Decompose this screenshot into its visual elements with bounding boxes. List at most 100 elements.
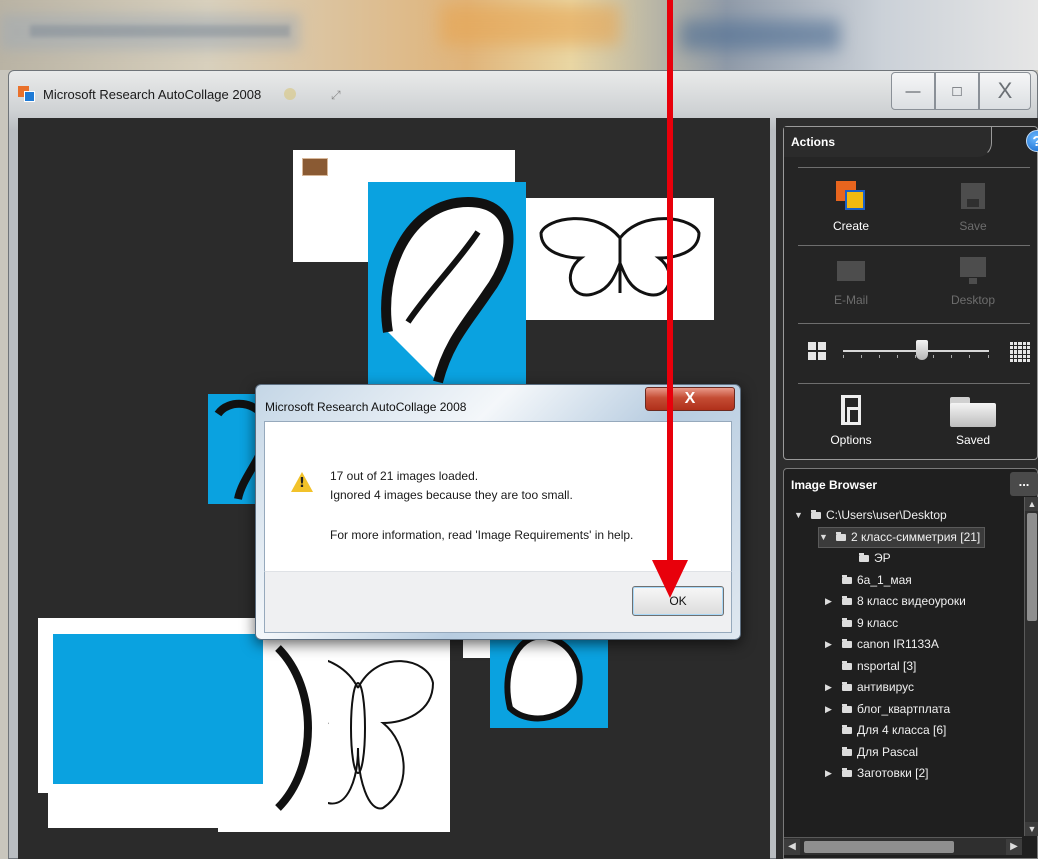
collage-photo [53,634,263,784]
folder-icon [859,553,869,562]
folder-icon [842,747,852,756]
image-count-slider[interactable] [798,339,1030,363]
collage-photo [526,198,714,320]
dialog-message-line: For more information, read 'Image Requir… [330,528,634,542]
actions-tab[interactable]: Actions [784,127,992,157]
help-icon[interactable]: ? [1026,130,1038,152]
quick-access-icon[interactable] [284,88,296,100]
expand-toggle[interactable]: ▼ [794,505,804,526]
side-panel: Actions ? Create Save [776,118,1038,859]
collage-photo [368,182,526,392]
tree-item[interactable]: ЭР [859,548,891,569]
title-bar[interactable]: Microsoft Research AutoCollage 2008 ⤢ — … [9,71,1037,117]
tree-item[interactable]: ▶ антивирус [825,677,914,698]
tree-item-label: nsportal [3] [857,659,917,673]
scroll-left-icon[interactable]: ◀ [784,839,800,855]
room-thumbnail [302,158,328,176]
slider-thumb[interactable] [916,340,928,360]
expand-toggle[interactable]: ▶ [825,677,835,698]
dialog-body: ! 17 out of 21 images loaded. Ignored 4 … [264,421,732,571]
tree-item[interactable]: ▶ блог_квартплата [825,699,950,720]
folder-icon [842,725,852,734]
folder-icon [842,704,852,713]
many-images-icon [1010,342,1030,362]
envelope-icon [835,253,867,287]
folder-icon [836,532,846,541]
tree-item-label: Заготовки [2] [857,766,929,780]
actions-panel: Actions ? Create Save [783,126,1038,460]
saved-button[interactable]: Saved [928,393,1018,447]
browse-more-button[interactable]: ... [1010,472,1038,496]
tree-item[interactable]: Для 4 класса [6] [842,720,946,741]
image-browser-title: Image Browser [791,478,878,492]
folder-icon [842,661,852,670]
scroll-up-icon[interactable]: ▲ [1025,497,1038,511]
options-label: Options [830,433,872,447]
expand-toggle[interactable]: ▶ [825,699,835,720]
tree-item-label: 9 класс [857,616,899,630]
folder-icon [842,575,852,584]
tree-item[interactable]: nsportal [3] [842,656,916,677]
scrollbar-thumb[interactable] [1027,513,1037,621]
tree-item[interactable]: ▼ C:\Users\user\Desktop [794,505,947,526]
create-label: Create [832,219,870,233]
expand-toggle[interactable]: ▶ [825,634,835,655]
scroll-down-icon[interactable]: ▼ [1025,822,1038,836]
annotation-arrow-head [652,560,688,598]
tree-item[interactable]: 9 класс [842,613,898,634]
image-browser-header: Image Browser ... [784,469,1038,497]
vertical-scrollbar[interactable]: ▲ ▼ [1024,497,1038,836]
tree-item-label: блог_квартплата [857,702,951,716]
resize-icon[interactable]: ⤢ [331,88,341,103]
tree-item[interactable]: ▶ Заготовки [2] [825,763,928,784]
horizontal-scrollbar[interactable]: ◀ ▶ [784,837,1022,855]
maximize-button[interactable]: □ [935,72,979,110]
tree-item[interactable]: Для Pascal [842,742,918,763]
desktop-wallpaper [0,0,1038,70]
create-icon [835,179,867,213]
tree-item[interactable]: ▼ 2 класс-симметрия [21] [818,527,986,548]
expand-toggle[interactable]: ▶ [825,763,835,784]
butterfly-wing-drawing [381,196,514,384]
floppy-icon [957,179,989,213]
scrollbar-thumb[interactable] [804,841,954,853]
close-button[interactable]: X [979,72,1031,110]
minimize-button[interactable]: — [891,72,935,110]
create-button[interactable]: Create [806,179,896,233]
tree-item[interactable]: 6а_1_мая [842,570,912,591]
tree-item-label: 2 класс-симметрия [21] [851,530,981,544]
actions-title: Actions [791,135,836,149]
expand-toggle[interactable]: ▶ [825,591,835,612]
folder-icon [842,682,852,691]
desktop-button[interactable]: Desktop [928,253,1018,307]
tree-item[interactable]: ▶ 8 класс видеоуроки [825,591,966,612]
folder-icon [948,393,998,427]
save-button[interactable]: Save [928,179,1018,233]
dialog-close-button[interactable]: X [645,387,735,411]
folder-icon [842,596,852,605]
app-icon [18,86,36,102]
image-browser-panel: Image Browser ... ▼ C:\Users\user\Desktop… [783,468,1038,859]
dialog-message-line: 17 out of 21 images loaded. [330,469,479,483]
annotation-arrow-shaft [667,0,673,570]
folder-icon [811,510,821,519]
tree-item-label: Для Pascal [857,745,918,759]
tree-item-label: 6а_1_мая [857,573,912,587]
monitor-icon [957,253,989,287]
email-button[interactable]: E-Mail [806,253,896,307]
folder-tree[interactable]: ▼ C:\Users\user\Desktop ▼ 2 класс-симметри… [784,505,1022,835]
folder-icon [842,618,852,627]
few-images-icon [808,342,826,360]
saved-label: Saved [955,433,991,447]
scroll-right-icon[interactable]: ▶ [1006,839,1022,855]
butterfly-outline-drawing [539,217,701,297]
tree-item-label: 8 класс видеоуроки [857,594,966,608]
email-label: E-Mail [833,293,868,307]
options-button[interactable]: Options [806,393,896,447]
folder-icon [842,768,852,777]
expand-toggle[interactable]: ▼ [819,527,829,548]
tree-item-label: canon IR1133A [857,637,939,651]
folder-icon [842,639,852,648]
tree-item[interactable]: ▶ canon IR1133A [825,634,939,655]
options-icon [835,393,867,427]
